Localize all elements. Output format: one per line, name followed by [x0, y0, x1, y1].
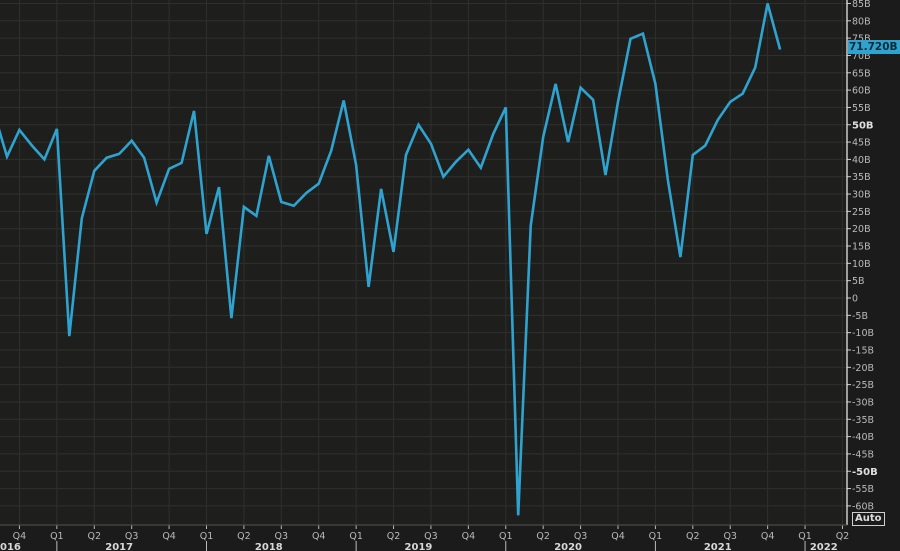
y-tick-label: -20B [852, 363, 874, 374]
y-tick-label: -10B [852, 328, 874, 339]
x-quarter-label: Q3 [125, 531, 139, 542]
x-quarter-label: Q3 [275, 531, 289, 542]
x-year-label: 2018 [255, 542, 283, 551]
x-quarter-label: Q1 [499, 531, 513, 542]
x-quarter-label: Q4 [761, 531, 775, 542]
x-quarter-label: Q4 [162, 531, 176, 542]
x-quarter-label: Q1 [798, 531, 812, 542]
y-tick-label: -60B [852, 501, 874, 512]
x-quarter-label: Q2 [87, 531, 101, 542]
x-quarter-label: Q1 [349, 531, 363, 542]
auto-scale-button[interactable]: Auto [852, 512, 885, 526]
y-tick-label: 5B [852, 276, 865, 287]
x-quarter-label: Q4 [611, 531, 625, 542]
y-tick-label: -35B [852, 415, 874, 426]
y-tick-label: 50B [852, 120, 874, 131]
x-year-label: 2016 [0, 542, 21, 551]
x-year-label: 2017 [105, 542, 133, 551]
last-value-label: 71.720B [848, 40, 900, 54]
y-tick-label: 0 [852, 294, 858, 305]
x-quarter-label: Q2 [536, 531, 550, 542]
y-tick-label: -30B [852, 397, 874, 408]
y-tick-label: -45B [852, 449, 874, 460]
y-axis: 85B80B75B70B65B60B55B50B45B40B35B30B25B2… [846, 0, 878, 525]
plot-background [0, 0, 847, 525]
x-year-label: 2021 [704, 542, 732, 551]
x-quarter-label: Q3 [424, 531, 438, 542]
y-tick-label: -5B [852, 311, 868, 322]
x-quarter-label: Q2 [686, 531, 700, 542]
x-quarter-label: Q1 [50, 531, 64, 542]
y-tick-label: -50B [852, 467, 878, 478]
x-axis: Q4 Q1 Q2 Q3 Q4 Q1 Q2 Q3 Q4 Q1 Q2 Q3 Q4 Q1 Q2 Q3 Q4 Q1 Q2 Q3… [0, 524, 850, 551]
x-quarter-label: Q2 [836, 531, 850, 542]
y-tick-label: 35B [852, 172, 871, 183]
y-tick-label: 40B [852, 155, 871, 166]
x-quarter-label: Q1 [649, 531, 663, 542]
x-quarter-label: Q2 [387, 531, 401, 542]
y-tick-label: 25B [852, 207, 871, 218]
x-quarter-label: Q3 [574, 531, 588, 542]
y-tick-label: 60B [852, 86, 871, 97]
y-tick-label: 20B [852, 224, 871, 235]
x-quarter-label: Q3 [723, 531, 737, 542]
y-tick-label: 45B [852, 138, 871, 149]
x-quarter-label: Q4 [462, 531, 476, 542]
y-tick-label: -15B [852, 345, 874, 356]
y-tick-label: 30B [852, 190, 871, 201]
y-tick-label: 80B [852, 16, 871, 27]
x-quarter-label: Q2 [237, 531, 251, 542]
y-tick-label: -40B [852, 432, 874, 443]
y-tick-label: 85B [852, 0, 871, 10]
x-quarter-label: Q4 [13, 531, 27, 542]
y-tick-label: -25B [852, 380, 874, 391]
y-tick-label: 10B [852, 259, 871, 270]
x-year-label: 2022 [810, 542, 838, 551]
y-tick-label: -55B [852, 484, 874, 495]
y-tick-label: 15B [852, 242, 871, 253]
x-quarter-label: Q1 [200, 531, 214, 542]
x-quarter-label: Q4 [312, 531, 326, 542]
y-tick-label: 55B [852, 103, 871, 114]
x-year-label: 2020 [554, 542, 582, 551]
chart: 85B80B75B70B65B60B55B50B45B40B35B30B25B2… [0, 0, 878, 551]
x-year-label: 2019 [405, 542, 433, 551]
y-tick-label: 65B [852, 68, 871, 79]
